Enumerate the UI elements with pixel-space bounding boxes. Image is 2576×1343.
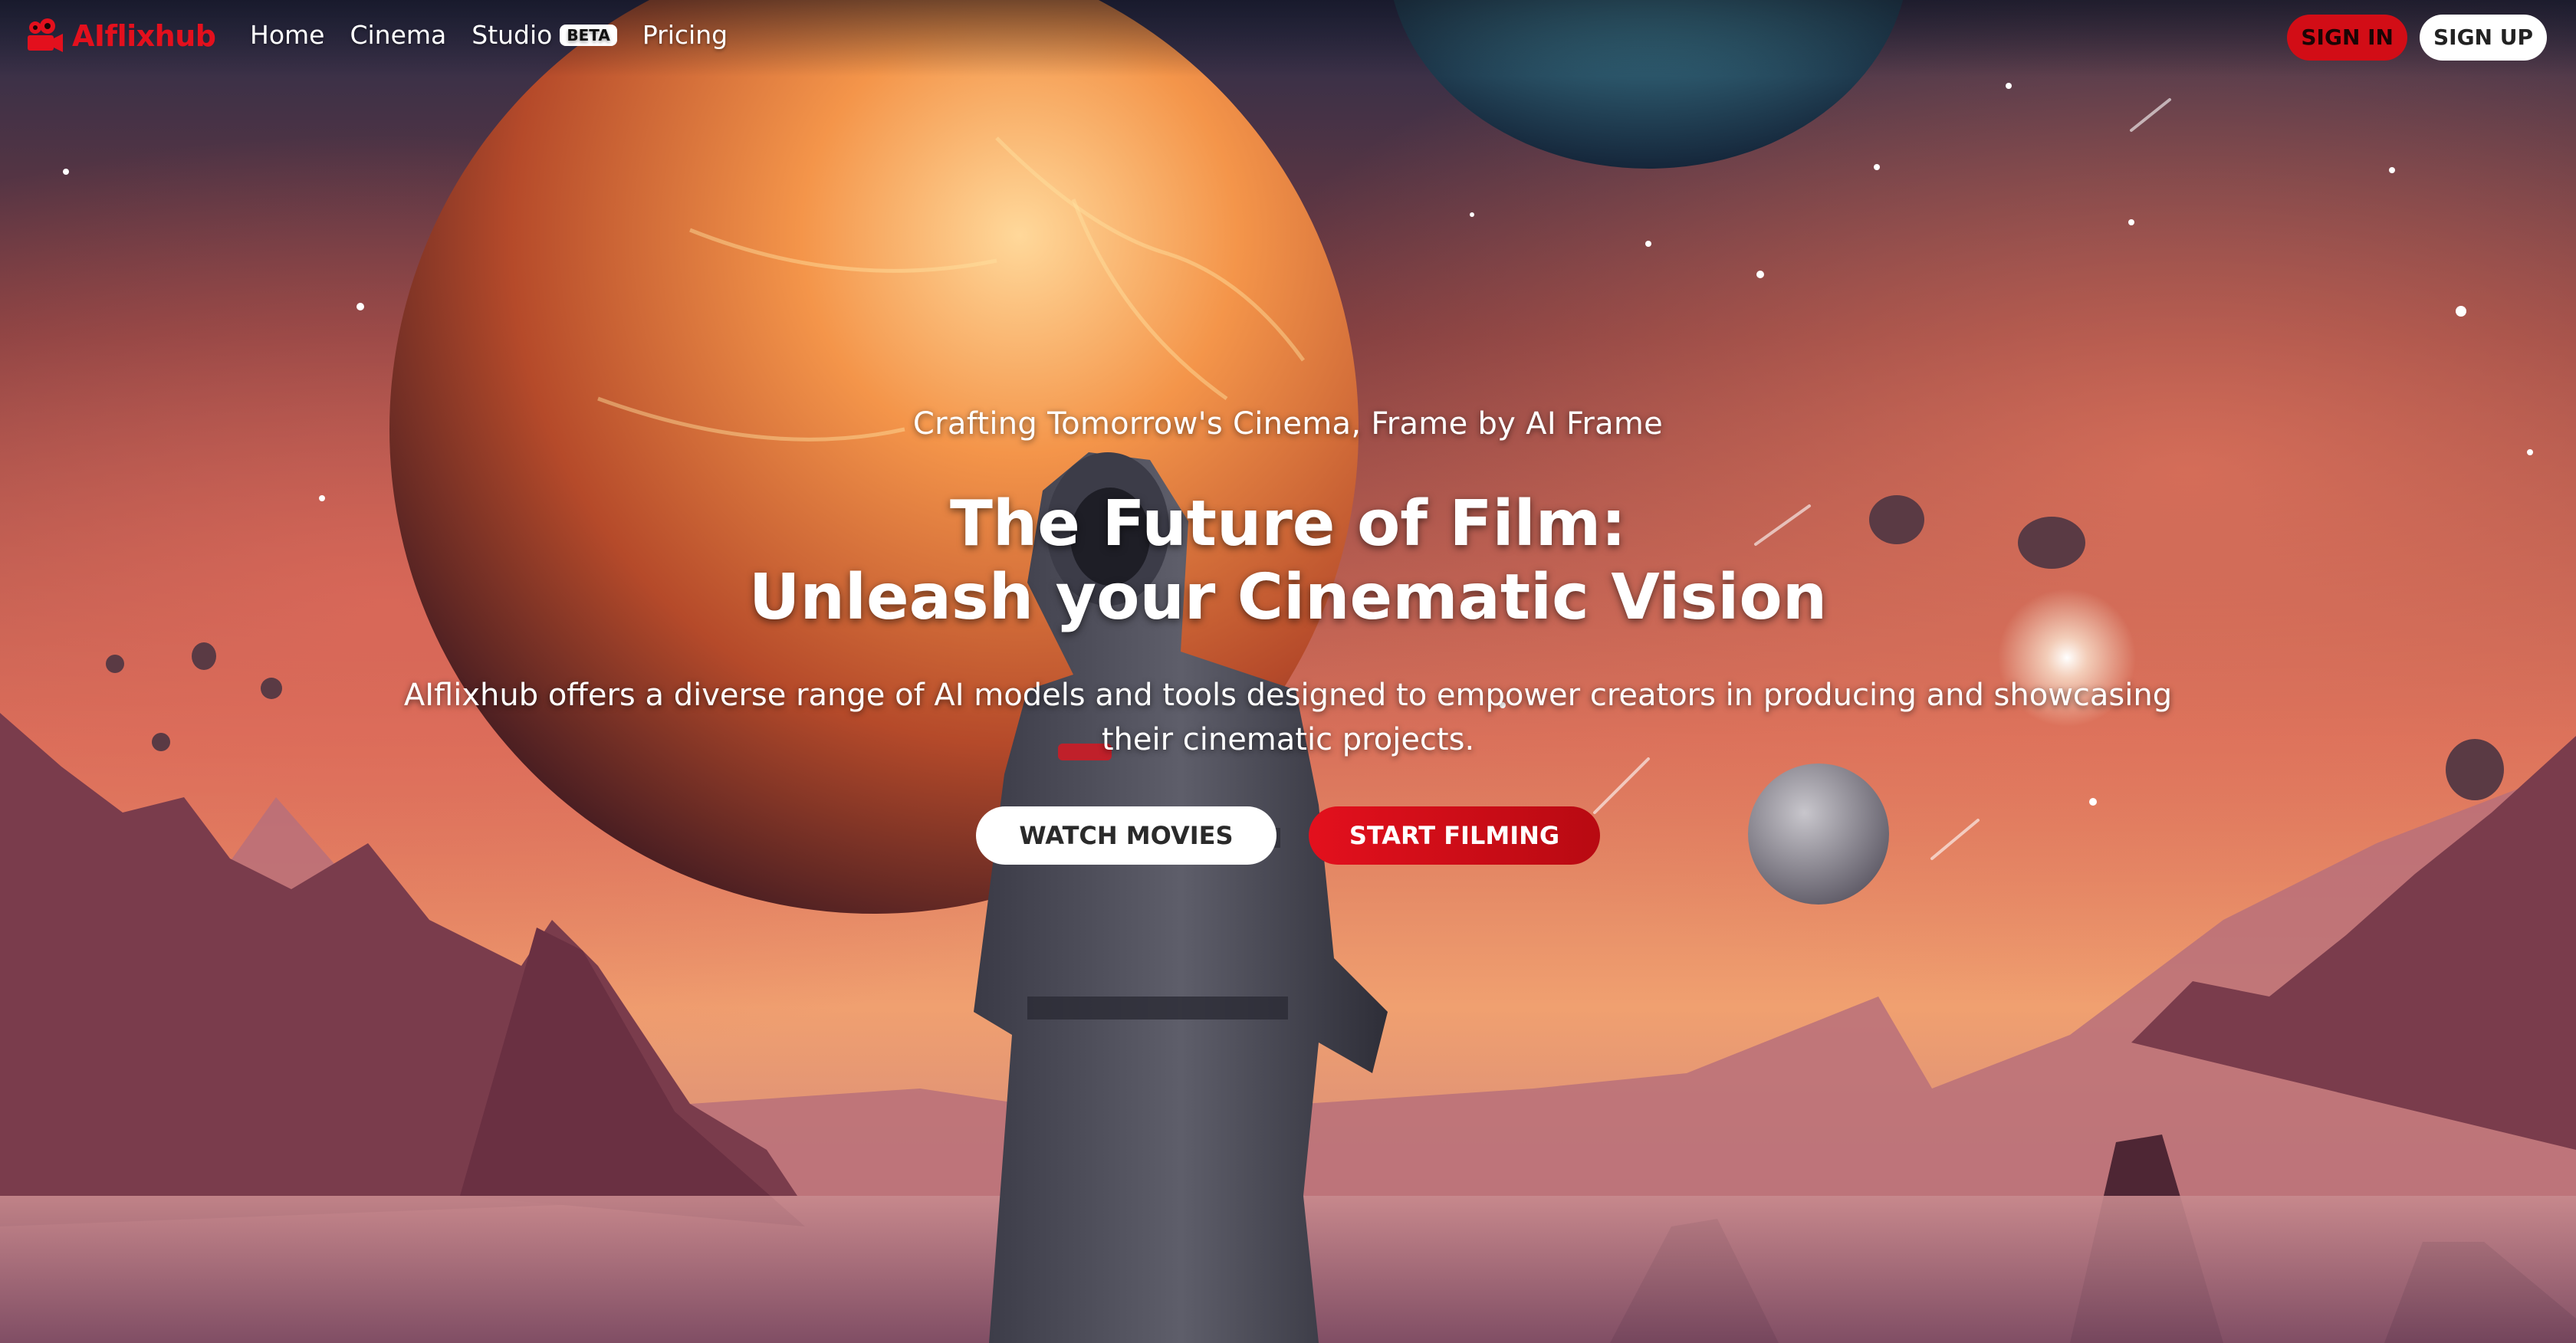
nav-link-studio[interactable]: Studio BETA bbox=[472, 20, 617, 50]
sign-up-button[interactable]: SIGN UP bbox=[2419, 15, 2547, 61]
landing-page: AIflixhub Home Cinema Studio BETA Pricin… bbox=[0, 0, 2576, 1343]
brand-logo[interactable]: AIflixhub bbox=[25, 15, 216, 57]
cta-buttons: WATCH MOVIES START FILMING bbox=[0, 806, 2576, 865]
watch-movies-button[interactable]: WATCH MOVIES bbox=[976, 806, 1276, 865]
hero-headline: The Future of Film: Unleash your Cinemat… bbox=[0, 488, 2576, 635]
hero-headline-line1: The Future of Film: bbox=[950, 488, 1626, 560]
nav-link-home[interactable]: Home bbox=[250, 20, 324, 50]
hero-section: Crafting Tomorrow's Cinema, Frame by AI … bbox=[0, 406, 2576, 865]
auth-buttons: SIGN IN SIGN UP bbox=[2287, 15, 2547, 61]
nav-link-studio-label: Studio bbox=[472, 20, 553, 50]
hero-tagline: Crafting Tomorrow's Cinema, Frame by AI … bbox=[912, 406, 1664, 442]
beta-badge: BETA bbox=[560, 24, 617, 46]
hero-headline-line2: Unleash your Cinematic Vision bbox=[748, 561, 1828, 634]
sign-in-button[interactable]: SIGN IN bbox=[2287, 15, 2407, 61]
film-camera-icon bbox=[28, 18, 63, 52]
top-navbar: AIflixhub Home Cinema Studio BETA Pricin… bbox=[0, 0, 2576, 77]
nav-links: Home Cinema Studio BETA Pricing bbox=[250, 20, 728, 50]
start-filming-button[interactable]: START FILMING bbox=[1309, 806, 1600, 865]
nav-link-pricing[interactable]: Pricing bbox=[642, 20, 728, 50]
hero-description: AIflixhub offers a diverse range of AI m… bbox=[403, 678, 2173, 757]
nav-link-cinema[interactable]: Cinema bbox=[350, 20, 446, 50]
brand-name: AIflixhub bbox=[72, 19, 216, 53]
